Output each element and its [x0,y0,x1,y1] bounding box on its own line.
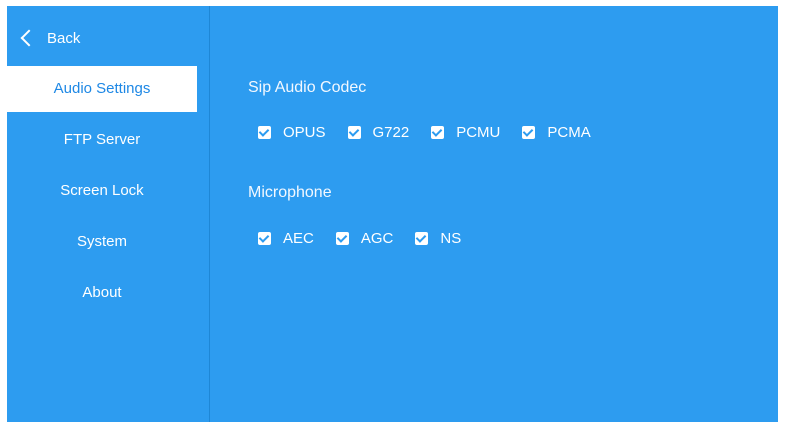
checkbox-checked-icon [431,126,445,139]
checkbox-label: PCMA [547,124,591,141]
checkbox-checked-icon [258,232,271,245]
checkbox-checked-icon [415,232,429,245]
main-panel: Sip Audio Codec OPUS G722 PCMU PCMA Micr… [248,6,778,422]
sidebar-item-ftp-server[interactable]: FTP Server [7,117,197,163]
checkbox-checked-icon [335,232,349,245]
chevron-left-icon [20,29,38,47]
settings-window: Back Audio Settings FTP Server Screen Lo… [7,6,778,422]
checkbox-label: AEC [283,230,314,247]
sidebar-item-system[interactable]: System [7,219,197,265]
codec-section-title: Sip Audio Codec [248,79,367,96]
checkbox-g722[interactable]: G722 [347,124,410,141]
checkbox-label: AGC [360,230,394,247]
microphone-section-title: Microphone [248,184,332,201]
checkbox-agc[interactable]: AGC [335,230,394,247]
checkbox-pcmu[interactable]: PCMU [431,124,500,141]
checkbox-label: NS [440,230,462,247]
back-button[interactable]: Back [19,24,80,52]
checkbox-label: G722 [372,124,410,141]
back-label: Back [47,29,81,47]
checkbox-pcma[interactable]: PCMA [522,124,591,141]
microphone-options: AEC AGC NS [258,230,483,247]
sidebar: Back Audio Settings FTP Server Screen Lo… [7,6,210,422]
codec-options: OPUS G722 PCMU PCMA [258,124,613,141]
sidebar-item-audio-settings[interactable]: Audio Settings [7,66,197,112]
checkbox-opus[interactable]: OPUS [258,124,326,141]
checkbox-aec[interactable]: AEC [258,230,314,247]
checkbox-checked-icon [522,126,536,139]
checkbox-ns[interactable]: NS [415,230,461,247]
checkbox-label: PCMU [456,124,501,141]
checkbox-checked-icon [258,126,271,139]
sidebar-item-screen-lock[interactable]: Screen Lock [7,168,197,214]
checkbox-checked-icon [347,126,361,139]
sidebar-item-about[interactable]: About [7,270,197,316]
sidebar-nav: Audio Settings FTP Server Screen Lock Sy… [7,66,197,316]
checkbox-label: OPUS [283,124,326,141]
